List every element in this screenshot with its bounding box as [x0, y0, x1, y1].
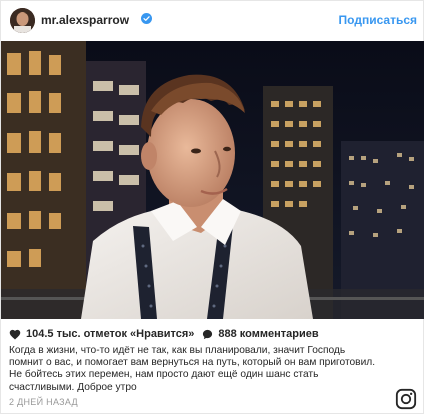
verified-badge-icon	[141, 13, 152, 24]
follow-button[interactable]: Подписаться	[339, 13, 417, 27]
instagram-post: mr.alexsparrow Подписаться 104.5 тыс. от…	[0, 0, 424, 414]
avatar[interactable]	[10, 8, 35, 33]
username-link[interactable]: mr.alexsparrow	[41, 13, 129, 27]
post-timestamp[interactable]: 2 ДНЕЙ НАЗАД	[9, 397, 78, 407]
post-photo[interactable]	[1, 41, 424, 319]
likes-count[interactable]: 104.5 тыс. отметок «Нравится»	[26, 328, 194, 340]
post-caption: Когда в жизни, что-то идёт не так, как в…	[9, 345, 376, 393]
post-header: mr.alexsparrow Подписаться	[1, 1, 424, 41]
instagram-logo-icon[interactable]	[395, 388, 417, 410]
heart-icon[interactable]	[9, 329, 21, 340]
post-stats: 104.5 тыс. отметок «Нравится» 888 коммен…	[9, 327, 319, 341]
comments-count[interactable]: 888 комментариев	[218, 328, 318, 340]
comment-bubble-icon[interactable]	[202, 329, 213, 340]
